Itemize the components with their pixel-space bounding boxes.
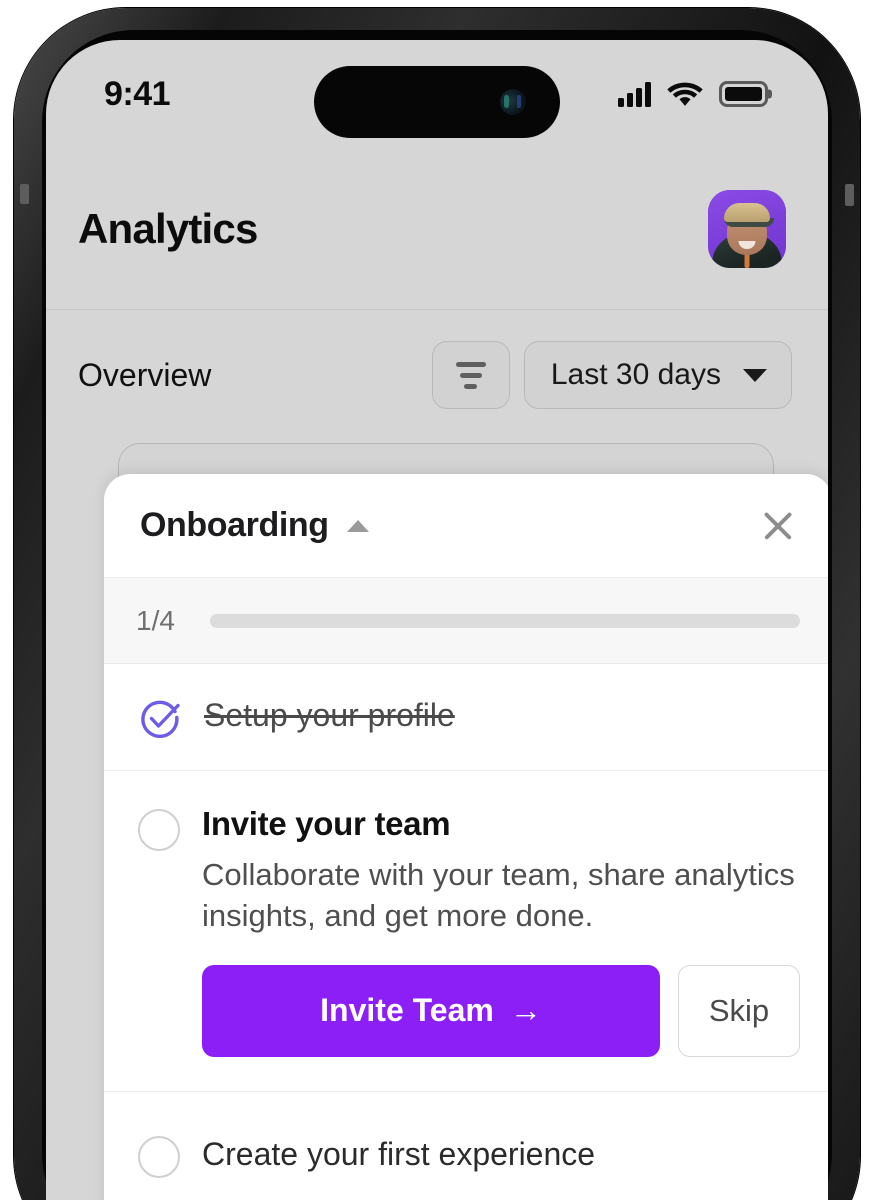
invite-team-button[interactable]: Invite Team → [202, 964, 660, 1057]
task-label: Setup your profile [204, 697, 455, 733]
task-row-active: Invite your team Collaborate with your t… [104, 771, 828, 1092]
chevron-down-icon [743, 368, 767, 382]
task-row-pending[interactable]: Create your first experience [104, 1092, 828, 1200]
battery-full-icon [719, 81, 768, 107]
page-title: Analytics [78, 204, 258, 252]
onboarding-title: Onboarding [140, 506, 329, 544]
check-circle-icon [138, 696, 182, 740]
circle-empty-icon[interactable] [138, 809, 180, 851]
power-button[interactable] [845, 184, 854, 206]
task-actions: Invite Team → Skip [202, 964, 800, 1057]
toolbar: Overview Last 30 days [46, 310, 828, 440]
wifi-icon [667, 82, 703, 106]
signal-bars-icon [618, 81, 651, 107]
volume-button[interactable] [20, 184, 29, 204]
progress-label: 1/4 [136, 604, 175, 636]
skip-button[interactable]: Skip [678, 964, 800, 1057]
task-description: Collaborate with your team, share analyt… [202, 857, 795, 933]
onboarding-progress: 1/4 [104, 578, 828, 664]
filter-icon [455, 361, 486, 367]
task-row-completed[interactable]: Setup your profile [104, 664, 828, 771]
app-header: Analytics [46, 148, 828, 310]
date-range-dropdown[interactable]: Last 30 days [523, 341, 792, 409]
date-range-label: Last 30 days [550, 358, 721, 391]
invite-team-label: Invite Team [320, 992, 494, 1029]
chevron-up-icon[interactable] [346, 519, 369, 532]
status-time: 9:41 [104, 74, 171, 113]
task-label: Invite your team [202, 805, 451, 842]
onboarding-header: Onboarding [104, 474, 828, 578]
circle-empty-icon[interactable] [138, 1135, 180, 1178]
onboarding-panel: Onboarding 1/4 Setup your profile Invite… [104, 474, 828, 1200]
task-label: Create your first experience [202, 1136, 596, 1173]
dynamic-island [314, 66, 560, 138]
section-title: Overview [78, 356, 212, 393]
screenshot-stage: 9:41 Analytics Overview Last 30 days Onb… [0, 0, 874, 1200]
front-camera-icon [500, 89, 526, 115]
phone-screen: 9:41 Analytics Overview Last 30 days Onb… [46, 40, 828, 1200]
status-icons [618, 81, 768, 108]
close-icon[interactable] [756, 504, 800, 548]
avatar[interactable] [708, 189, 786, 268]
arrow-right-icon: → [509, 992, 542, 1029]
task-content: Invite your team Collaborate with your t… [202, 805, 800, 1057]
progress-track [210, 613, 800, 628]
filter-button[interactable] [431, 341, 510, 409]
